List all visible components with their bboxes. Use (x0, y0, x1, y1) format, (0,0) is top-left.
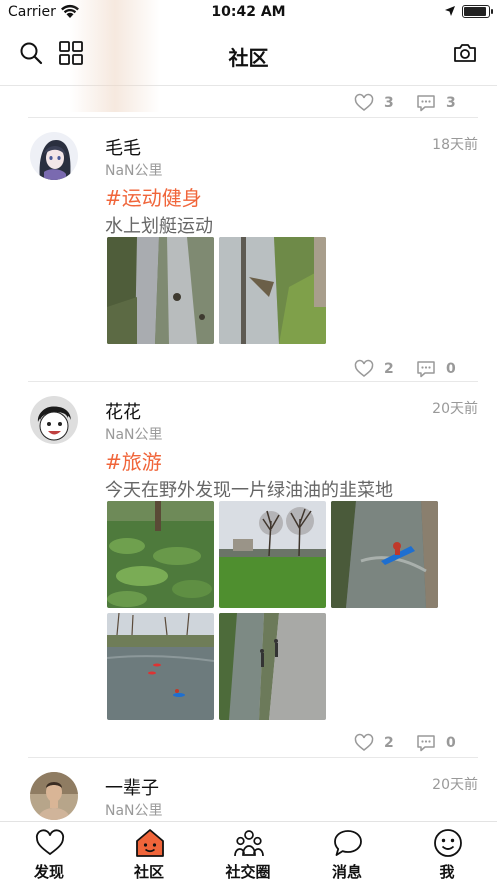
divider (28, 757, 478, 758)
chat-bubble-icon (334, 830, 362, 856)
tab-label: 社区 (133, 863, 164, 881)
like-count: 2 (384, 361, 394, 377)
heart-icon (354, 93, 374, 111)
comment-icon (417, 95, 435, 112)
comment-icon (417, 361, 435, 378)
post-text: 水上划艇运动 (105, 216, 213, 237)
distance-label: NaN公里 (105, 803, 163, 819)
tab-label: 消息 (331, 863, 362, 881)
post-time: 20天前 (432, 777, 478, 793)
post-photo[interactable] (331, 501, 438, 608)
avatar[interactable] (30, 132, 78, 180)
post-card[interactable]: 一辈子 20天前 NaN公里 (0, 772, 497, 821)
nav-bar: 社区 (0, 0, 497, 112)
post-time: 18天前 (432, 137, 478, 153)
camera-icon[interactable] (452, 40, 478, 66)
tab-bar: 发现 社区 社交圈 消息 我 (0, 821, 497, 883)
tab-label: 社交圈 (225, 863, 271, 881)
post-actions: 3 3 (0, 89, 497, 119)
page-title: 社区 (228, 46, 269, 70)
heart-icon (354, 359, 374, 377)
post-photo[interactable] (107, 501, 214, 608)
avatar[interactable] (30, 396, 78, 444)
post-photo[interactable] (219, 501, 326, 608)
post-photo[interactable] (219, 613, 326, 720)
smiley-icon (434, 829, 462, 857)
post-photo[interactable] (219, 237, 326, 344)
post-text: 今天在野外发现一片绿油油的韭菜地 (105, 480, 393, 501)
comment-count: 0 (446, 361, 456, 377)
battery-icon (462, 5, 493, 18)
post-actions: 2 0 (0, 729, 497, 759)
tab-label: 发现 (33, 863, 64, 881)
house-face-icon (136, 829, 164, 857)
post-time: 20天前 (432, 401, 478, 417)
comment-icon (417, 735, 435, 752)
location-arrow-icon (445, 6, 455, 16)
topic-tag[interactable]: #运动健身 (105, 182, 202, 211)
distance-label: NaN公里 (105, 427, 163, 443)
author-name[interactable]: 一辈子 (105, 774, 159, 800)
tab-discover[interactable]: 发现 (4, 826, 94, 882)
author-name[interactable]: 毛毛 (105, 134, 141, 160)
topic-tag[interactable]: #旅游 (105, 446, 162, 475)
people-icon (234, 830, 264, 857)
tab-community[interactable]: 社区 (104, 826, 194, 882)
comment-count: 0 (446, 735, 456, 751)
heart-icon (35, 829, 65, 856)
post-card[interactable]: 毛毛 18天前 NaN公里 #运动健身 水上划艇运动 2 0 (0, 132, 497, 382)
feed[interactable]: 3 3 毛毛 18天前 NaN公里 #运动健身 水上划艇运动 2 0 花花 20… (0, 86, 497, 821)
divider (28, 381, 478, 382)
author-name[interactable]: 花花 (105, 398, 141, 424)
tab-me[interactable]: 我 (402, 826, 492, 882)
divider (28, 117, 478, 118)
like-count: 2 (384, 735, 394, 751)
tab-label: 我 (439, 863, 455, 881)
post-card[interactable]: 花花 20天前 NaN公里 #旅游 今天在野外发现一片绿油油的韭菜地 2 0 (0, 396, 497, 756)
post-photo[interactable] (107, 237, 214, 344)
avatar[interactable] (30, 772, 78, 820)
distance-label: NaN公里 (105, 163, 163, 179)
tab-messages[interactable]: 消息 (302, 826, 392, 882)
heart-icon (354, 733, 374, 751)
post-photo[interactable] (107, 613, 214, 720)
like-count: 3 (384, 95, 394, 111)
comment-count: 3 (446, 95, 456, 111)
tab-social-circle[interactable]: 社交圈 (203, 826, 293, 882)
